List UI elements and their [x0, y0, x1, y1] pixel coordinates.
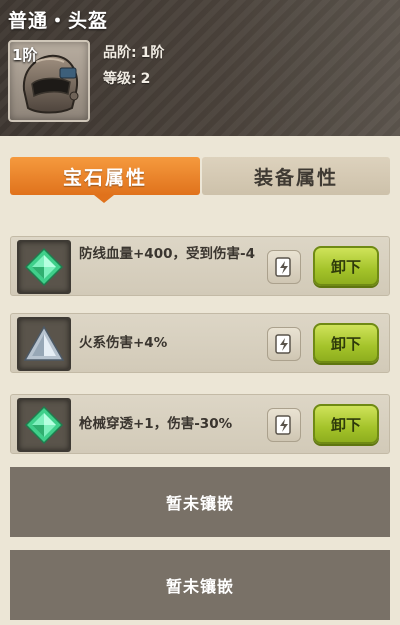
- tab-equipment-attributes[interactable]: 装备属性: [202, 157, 390, 195]
- unload-button[interactable]: 卸下: [313, 404, 379, 444]
- gem-effect-text: 火系伤害+4%: [79, 335, 168, 351]
- unload-button[interactable]: 卸下: [313, 246, 379, 286]
- stat-level-label: 等级:: [103, 71, 137, 87]
- empty-gem-slot-2[interactable]: 暂未镶嵌: [10, 550, 390, 620]
- gem-frame: [17, 240, 71, 294]
- unload-button[interactable]: 卸下: [313, 323, 379, 363]
- gem-effect-text: 枪械穿透+1，伤害-30%: [79, 416, 233, 432]
- active-tab-indicator: [94, 195, 114, 203]
- gem-frame: [17, 398, 71, 452]
- swap-icon: [275, 415, 291, 435]
- tier-badge: 1阶: [12, 46, 38, 64]
- swap-icon: [275, 257, 291, 277]
- triangle-gem-icon: [23, 325, 65, 361]
- swap-gem-button[interactable]: [267, 327, 301, 361]
- gem-effect-text: 防线血量+400，受到伤害-4: [79, 246, 255, 262]
- empty-gem-slot-1[interactable]: 暂未镶嵌: [10, 467, 390, 537]
- stat-rank: 品阶: 1阶: [103, 42, 164, 62]
- item-header: 普通・头盔 1阶 品阶: 1阶 等级: 2: [0, 0, 400, 136]
- gem-slot-3: 枪械穿透+1，伤害-30% 卸下: [10, 394, 390, 454]
- green-gem-icon: [24, 247, 64, 287]
- swap-gem-button[interactable]: [267, 408, 301, 442]
- gem-slot-2: 火系伤害+4% 卸下: [10, 313, 390, 373]
- swap-icon: [275, 334, 291, 354]
- gem-slot-1: 防线血量+400，受到伤害-4 卸下: [10, 236, 390, 296]
- stat-level-value: 2: [140, 71, 151, 87]
- green-gem-icon: [24, 405, 64, 445]
- gem-frame: [17, 317, 71, 371]
- stat-rank-label: 品阶:: [103, 45, 137, 61]
- stat-rank-value: 1阶: [140, 45, 165, 61]
- swap-gem-button[interactable]: [267, 250, 301, 284]
- stat-level: 等级: 2: [103, 68, 150, 88]
- item-title: 普通・头盔: [8, 10, 109, 32]
- item-icon-frame: 1阶: [8, 40, 90, 122]
- tab-gem-attributes[interactable]: 宝石属性: [10, 157, 200, 195]
